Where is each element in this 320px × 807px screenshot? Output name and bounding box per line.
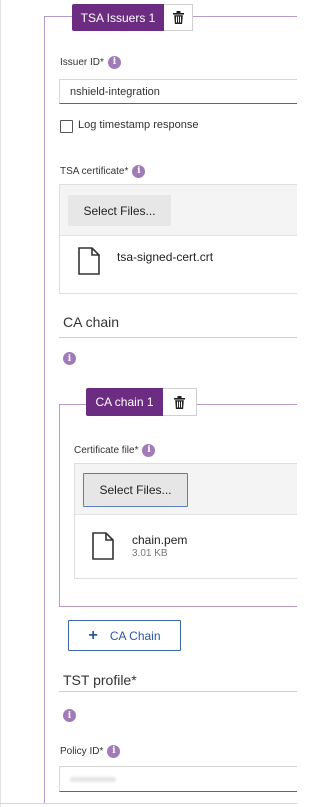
log-timestamp-label: Log timestamp response — [78, 119, 199, 131]
file-icon — [78, 247, 100, 275]
upload-toolbar: Select Files... — [75, 464, 297, 515]
issuer-id-value: nshield-integration — [70, 85, 160, 98]
tsa-certificate-label-text: TSA certificate* — [60, 165, 129, 177]
ca-chain-heading: CA chain — [63, 314, 120, 330]
select-files-label: Select Files... — [99, 483, 172, 497]
ca-chain-divider — [59, 337, 297, 338]
tst-profile-heading: TST profile* — [63, 672, 137, 688]
certificate-file-label-text: Certificate file* — [74, 444, 139, 456]
trash-icon — [172, 11, 184, 24]
log-timestamp-checkbox[interactable] — [60, 120, 73, 133]
info-icon[interactable]: i — [63, 709, 76, 722]
page-left-border — [0, 0, 1, 807]
info-icon[interactable]: i — [132, 164, 146, 178]
upload-toolbar: Select Files... — [60, 185, 297, 236]
info-icon[interactable]: i — [107, 55, 121, 69]
file-icon — [92, 532, 114, 560]
delete-tsa-issuer-button[interactable] — [164, 4, 193, 31]
info-icon[interactable]: i — [63, 352, 76, 365]
certificate-file-label: Certificate file* i — [74, 443, 156, 457]
plus-icon: + — [88, 626, 98, 644]
certificate-file-size: 3.01 KB — [132, 548, 168, 559]
issuer-id-label: Issuer ID* i — [60, 55, 121, 69]
policy-id-label-text: Policy ID* — [60, 745, 104, 757]
policy-id-input[interactable] — [59, 766, 297, 792]
ca-chain-tab-label: CA chain 1 — [95, 395, 154, 409]
delete-ca-chain-button[interactable] — [163, 388, 197, 416]
tst-profile-divider — [59, 691, 297, 692]
select-files-button[interactable]: Select Files... — [83, 473, 188, 507]
page-bottom-border — [0, 803, 297, 804]
select-files-label: Select Files... — [83, 203, 156, 218]
obscured-value — [70, 776, 116, 782]
issuer-id-input[interactable]: nshield-integration — [59, 79, 297, 104]
certificate-file-upload: Select Files... — [74, 463, 297, 579]
tsa-certificate-upload: Select Files... — [59, 184, 297, 294]
trash-icon — [174, 395, 185, 409]
tsa-certificate-file-name: tsa-signed-cert.crt — [117, 250, 214, 264]
info-icon[interactable]: i — [107, 744, 121, 758]
info-icon[interactable]: i — [142, 443, 156, 457]
policy-id-label: Policy ID* i — [60, 744, 121, 758]
certificate-file-name: chain.pem — [132, 533, 188, 547]
tsa-certificate-label: TSA certificate* i — [60, 164, 146, 178]
issuer-id-label-text: Issuer ID* — [60, 56, 104, 68]
ca-chain-tab[interactable]: CA chain 1 — [86, 388, 163, 416]
add-ca-chain-label: CA Chain — [109, 628, 161, 643]
tsa-issuer-tab[interactable]: TSA Issuers 1 — [72, 4, 164, 31]
tsa-issuer-tab-label: TSA Issuers 1 — [80, 10, 156, 25]
select-files-button[interactable]: Select Files... — [68, 195, 171, 226]
add-ca-chain-button[interactable]: + CA Chain — [68, 620, 181, 651]
